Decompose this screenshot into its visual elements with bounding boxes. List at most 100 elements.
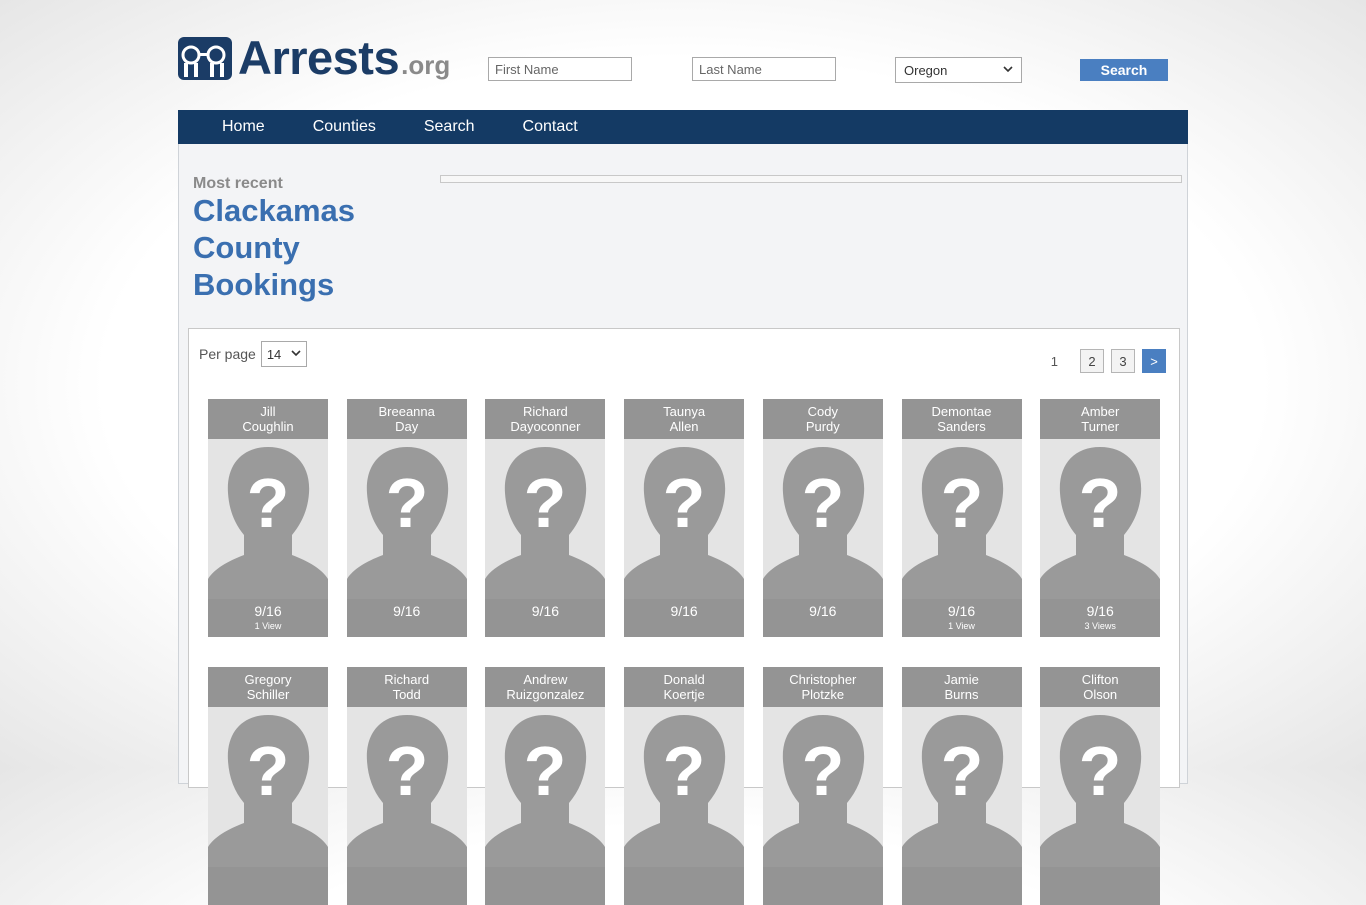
booking-footer: 9/16 1 View <box>208 599 328 637</box>
booking-footer: 9/16 <box>346 599 467 637</box>
svg-text:?: ? <box>801 464 844 542</box>
nav-home[interactable]: Home <box>198 110 289 144</box>
unknown-person-icon: ? <box>208 447 328 599</box>
placeholder-photo: ? <box>624 439 745 599</box>
placeholder-photo: ? <box>346 439 467 599</box>
booking-card[interactable]: Christopher Plotzke ? <box>762 667 883 905</box>
per-page-value: 14 <box>266 346 282 362</box>
per-page-select[interactable]: 14 <box>260 341 307 367</box>
booking-card[interactable]: Andrew Ruizgonzalez ? <box>485 667 606 905</box>
unknown-person-icon: ? <box>624 447 745 599</box>
booking-views: 1 View <box>254 621 282 631</box>
booking-name: Amber Turner <box>1040 399 1161 439</box>
page-title-line: County <box>193 230 300 265</box>
booking-first-name: Cody <box>807 404 838 419</box>
svg-text:?: ? <box>247 464 290 542</box>
svg-text:?: ? <box>524 732 567 810</box>
booking-views: 3 Views <box>1084 621 1116 631</box>
unknown-person-icon: ? <box>1040 447 1161 599</box>
nav-counties[interactable]: Counties <box>289 110 400 144</box>
placeholder-photo: ? <box>485 439 606 599</box>
booking-footer <box>346 867 467 905</box>
booking-card[interactable]: Gregory Schiller ? <box>208 667 328 905</box>
unknown-person-icon: ? <box>485 715 606 867</box>
placeholder-photo: ? <box>208 439 328 599</box>
main-content: Most recent Clackamas County Bookings Pe… <box>178 144 1188 905</box>
booking-first-name: Andrew <box>523 672 568 687</box>
next-page-button[interactable]: > <box>1142 349 1166 373</box>
booking-last-name: Olson <box>1083 687 1118 702</box>
booking-first-name: Richard <box>384 672 430 687</box>
booking-footer <box>762 867 883 905</box>
last-name-input[interactable] <box>692 57 836 81</box>
booking-footer: 9/16 1 View <box>901 599 1022 637</box>
booking-first-name: Amber <box>1081 404 1120 419</box>
booking-first-name: Jamie <box>944 672 979 687</box>
booking-footer <box>485 867 606 905</box>
placeholder-photo: ? <box>1040 707 1161 867</box>
placeholder-photo: ? <box>485 707 606 867</box>
chevron-down-icon <box>291 349 301 360</box>
booking-last-name: Ruizgonzalez <box>506 687 585 702</box>
booking-first-name: Clifton <box>1081 672 1119 687</box>
svg-text:?: ? <box>247 732 290 810</box>
booking-card[interactable]: Richard Todd ? <box>346 667 467 905</box>
booking-first-name: Richard <box>522 404 568 419</box>
page-2-button[interactable]: 2 <box>1080 349 1104 373</box>
booking-name: Jamie Burns <box>901 667 1022 707</box>
pagination: 1 2 3 > <box>1051 349 1166 373</box>
nav-contact[interactable]: Contact <box>499 110 602 144</box>
booking-date: 9/16 <box>670 603 698 619</box>
booking-last-name: Todd <box>392 687 421 702</box>
booking-card[interactable]: Amber Turner ? 9/16 3 Views <box>1040 399 1161 637</box>
booking-views: 1 View <box>948 621 975 631</box>
booking-first-name: Breeanna <box>378 404 435 419</box>
booking-footer <box>208 867 328 905</box>
placeholder-photo: ? <box>624 707 745 867</box>
booking-card[interactable]: Clifton Olson ? <box>1040 667 1161 905</box>
booking-first-name: Jill <box>260 404 276 419</box>
per-page-label: Per page <box>199 346 256 362</box>
booking-footer: 9/16 <box>624 599 745 637</box>
booking-footer <box>1040 867 1161 905</box>
search-button[interactable]: Search <box>1080 59 1168 81</box>
booking-last-name: Purdy <box>805 419 840 434</box>
booking-card[interactable]: Taunya Allen ? 9/16 <box>624 399 745 637</box>
booking-card[interactable]: Demontae Sanders ? 9/16 1 View <box>901 399 1022 637</box>
booking-last-name: Coughlin <box>242 419 294 434</box>
booking-name: Richard Dayoconner <box>485 399 606 439</box>
booking-card[interactable]: Jill Coughlin ? 9/16 1 View <box>208 399 328 637</box>
booking-last-name: Day <box>395 419 419 434</box>
page-3-button[interactable]: 3 <box>1111 349 1135 373</box>
booking-name: Christopher Plotzke <box>762 667 883 707</box>
booking-first-name: Taunya <box>663 404 706 419</box>
main-nav: Home Counties Search Contact <box>178 110 1188 144</box>
booking-name: Donald Koertje <box>624 667 745 707</box>
site-logo[interactable]: Arrests .org <box>178 34 450 81</box>
booking-name: Demontae Sanders <box>901 399 1022 439</box>
booking-card[interactable]: Cody Purdy ? 9/16 <box>762 399 883 637</box>
state-select[interactable]: Oregon <box>895 57 1022 83</box>
booking-footer <box>624 867 745 905</box>
unknown-person-icon: ? <box>762 447 883 599</box>
svg-text:?: ? <box>385 464 428 542</box>
booking-date: 9/16 <box>947 603 976 619</box>
svg-text:?: ? <box>663 732 706 810</box>
nav-search[interactable]: Search <box>400 110 499 144</box>
booking-last-name: Koertje <box>663 687 705 702</box>
page-title-line: Bookings <box>193 267 335 302</box>
unknown-person-icon: ? <box>901 715 1022 867</box>
booking-card[interactable]: Jamie Burns ? <box>901 667 1022 905</box>
booking-card[interactable]: Breeanna Day ? 9/16 <box>346 399 467 637</box>
booking-card[interactable]: Richard Dayoconner ? 9/16 <box>485 399 606 637</box>
placeholder-photo: ? <box>901 707 1022 867</box>
first-name-input[interactable] <box>488 57 632 81</box>
booking-card[interactable]: Donald Koertje ? <box>624 667 745 905</box>
booking-name: Breeanna Day <box>346 399 467 439</box>
placeholder-photo: ? <box>762 439 883 599</box>
svg-text:?: ? <box>940 732 983 810</box>
booking-last-name: Turner <box>1081 419 1120 434</box>
page-title-line: Clackamas <box>193 193 356 228</box>
booking-first-name: Demontae <box>931 404 992 419</box>
unknown-person-icon: ? <box>901 447 1022 599</box>
